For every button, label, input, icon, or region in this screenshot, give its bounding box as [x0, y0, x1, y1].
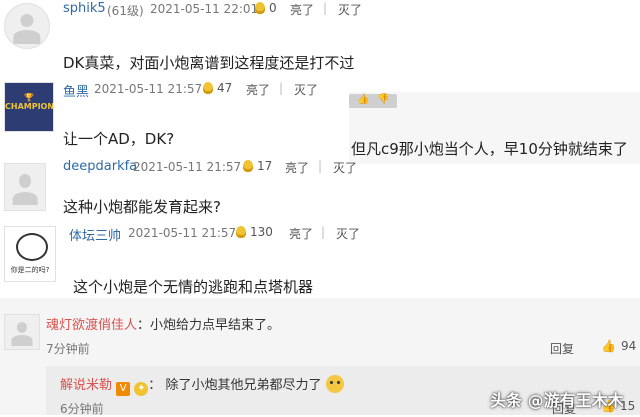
avatar[interactable]: 你是二的吗?	[4, 226, 56, 282]
username[interactable]: 体坛三帅	[69, 225, 121, 244]
sub-reply-content: 除了小炮其他兄弟都尽力了	[165, 378, 322, 393]
divider: |	[279, 81, 284, 95]
vote-count: 130	[236, 225, 273, 239]
overlay-comment-content: 但凡c9那小炮当个人，早10分钟就结束了	[351, 140, 628, 158]
comment-content: 这种小炮都能发育起来?	[63, 198, 221, 216]
comment-time: 2021-05-11 21:57	[133, 160, 242, 174]
thumb-down-icon[interactable]: 👎	[377, 94, 389, 105]
comment-content: 这个小炮是个无情的逃跑和点塔机器	[73, 278, 314, 296]
reply-time: 7分钟前	[46, 342, 90, 356]
like-button[interactable]: 亮了	[289, 225, 313, 242]
vote-count: 17	[243, 159, 272, 173]
like-button[interactable]: 亮了	[246, 81, 270, 98]
dislike-button[interactable]: 灭了	[336, 225, 360, 242]
username[interactable]: sphik5	[63, 1, 106, 16]
username[interactable]: 鱼黑	[63, 81, 89, 100]
dislike-button[interactable]: 灭了	[294, 81, 318, 98]
level-badge-icon: ✦	[134, 382, 149, 396]
lightbulb-icon	[243, 160, 253, 172]
comment-time: 2021-05-11 22:01	[150, 2, 259, 16]
divider: |	[321, 225, 326, 239]
avatar[interactable]	[4, 163, 46, 211]
vote-count: 0	[255, 1, 277, 15]
lightbulb-icon	[255, 2, 265, 14]
reply-content: 小炮给力点早结束了。	[150, 318, 281, 333]
avatar-caption: 你是二的吗?	[10, 266, 50, 274]
avatar[interactable]: 🏆 CHAMPIONS	[4, 82, 54, 132]
thumb-up-icon: 👍	[601, 339, 616, 353]
watermark: 头条 @游有王木木	[490, 391, 624, 410]
like-count[interactable]: 👍 94	[601, 339, 636, 353]
dislike-button[interactable]: 灭了	[338, 1, 362, 18]
trophy-icon: 🏆	[24, 93, 34, 102]
reply-line: 魂灯欲渡俏佳人：小炮给力点早结束了。	[46, 318, 281, 333]
comment-content: 让一个AD，DK?	[63, 130, 175, 148]
verified-badge-icon: V	[116, 382, 131, 396]
comment-time: 2021-05-11 21:57	[128, 226, 237, 240]
comment-content: DK真菜，对面小炮离谱到这程度还是打不过	[63, 54, 355, 72]
lightbulb-icon	[236, 226, 246, 238]
thumb-up-icon[interactable]: 👍	[357, 94, 369, 105]
overlay-comment-card: 👍 👎 但凡c9那小炮当个人，早10分钟就结束了	[349, 92, 640, 164]
reply-button[interactable]: 回复	[550, 340, 574, 357]
divider: |	[323, 1, 328, 15]
vote-count: 47	[203, 81, 232, 95]
panda-face-icon	[16, 233, 48, 261]
divider: |	[318, 159, 323, 173]
like-button[interactable]: 亮了	[290, 1, 314, 18]
smiley-emoji-icon	[325, 375, 344, 393]
comment-time: 2021-05-11 21:57	[94, 82, 203, 96]
dislike-button[interactable]: 灭了	[333, 159, 357, 176]
avatar-caption: CHAMPIONS	[5, 102, 54, 111]
like-button[interactable]: 亮了	[285, 159, 309, 176]
overlay-action-bar: 👍 👎	[349, 94, 397, 108]
user-level: (61级)	[107, 4, 144, 18]
reply-username[interactable]: 魂灯欲渡俏佳人	[46, 318, 137, 333]
lightbulb-icon	[203, 82, 213, 94]
avatar[interactable]	[4, 3, 50, 49]
sub-reply-line: 解说米勒 V ✦： 除了小炮其他兄弟都尽力了	[60, 374, 344, 396]
sub-reply-time: 6分钟前	[60, 402, 104, 416]
sub-reply-username[interactable]: 解说米勒	[60, 378, 112, 393]
username[interactable]: deepdarkfa	[63, 159, 137, 174]
avatar[interactable]	[4, 314, 40, 350]
